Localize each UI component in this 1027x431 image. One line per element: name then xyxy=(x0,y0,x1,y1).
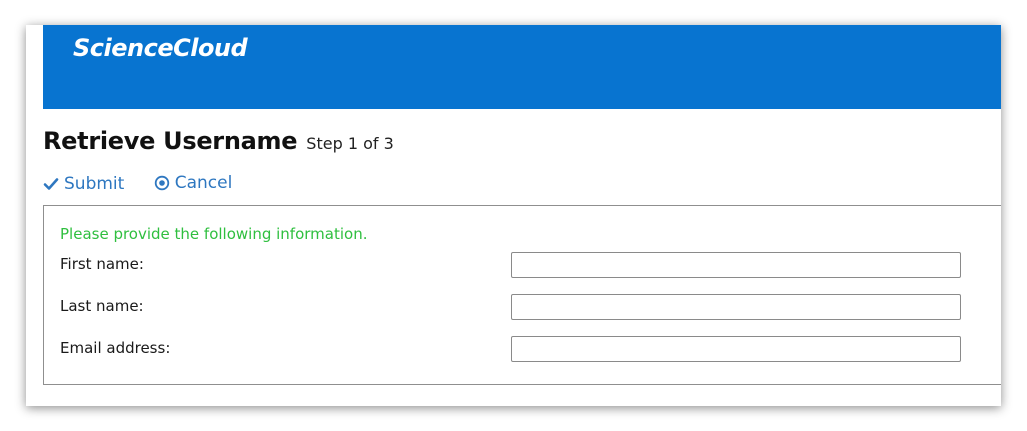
first-name-label: First name: xyxy=(60,255,144,273)
cancel-button[interactable]: Cancel xyxy=(154,173,233,193)
submit-label: Submit xyxy=(64,174,125,194)
action-bar: Submit Cancel xyxy=(43,173,256,196)
form-instructions: Please provide the following information… xyxy=(60,225,368,243)
page-title: Retrieve Username xyxy=(43,127,298,155)
email-input[interactable] xyxy=(511,336,961,362)
retrieve-username-form: Please provide the following information… xyxy=(43,205,1001,385)
last-name-row: Last name: xyxy=(60,294,961,320)
email-row: Email address: xyxy=(60,336,961,362)
last-name-input[interactable] xyxy=(511,294,961,320)
check-icon xyxy=(43,177,59,191)
cancel-circle-icon xyxy=(154,175,170,191)
email-label: Email address: xyxy=(60,339,171,357)
last-name-label: Last name: xyxy=(60,297,144,315)
first-name-input[interactable] xyxy=(511,252,961,278)
brand-logo[interactable]: ScienceCloud xyxy=(73,34,248,62)
first-name-row: First name: xyxy=(60,252,961,278)
header-banner: ScienceCloud xyxy=(43,25,1001,109)
step-indicator: Step 1 of 3 xyxy=(306,134,394,153)
submit-button[interactable]: Submit xyxy=(43,174,124,194)
cancel-label: Cancel xyxy=(174,173,233,193)
title-row: Retrieve Username Step 1 of 3 xyxy=(43,127,394,155)
app-window: ScienceCloud Retrieve Username Step 1 of… xyxy=(26,25,1001,406)
